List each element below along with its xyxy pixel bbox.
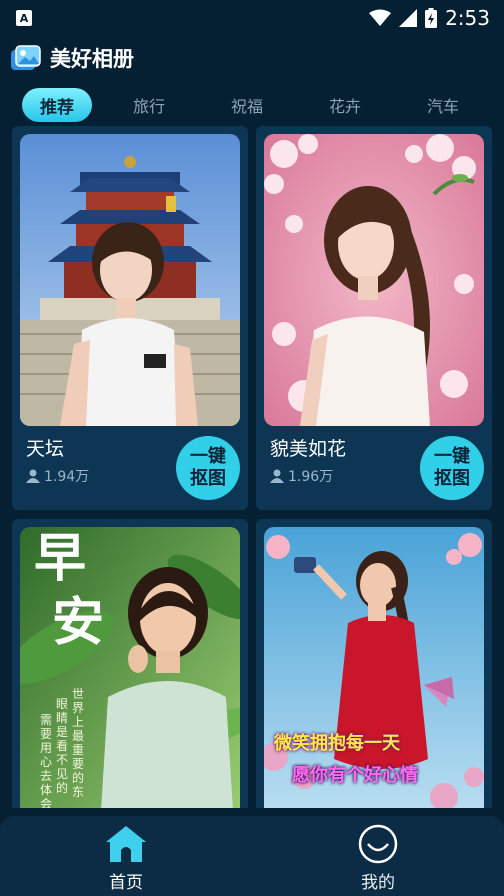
poem-column-left: 需要用心去体会 [40,713,53,808]
one-click-cutout-button[interactable]: 一键 抠图 [420,436,484,500]
app-bar: 美好相册 [0,36,504,80]
app-logo-icon [11,45,41,70]
home-icon [106,826,146,862]
template-photo-temple[interactable] [20,134,240,426]
template-grid: 天坛 1.94万 一键 抠图 貌美如花 1.96万 一键 抠图 早 安 世界上最… [12,126,492,808]
tab-blessing[interactable]: 祝福 [198,88,296,122]
view-count-value: 1.94万 [44,469,90,485]
template-photo-good-morning[interactable]: 早 安 世界上最重要的东 眼睛是看不见的 需要用心去体会 [20,527,240,808]
nav-home[interactable]: 首页 [0,816,252,896]
notification-app-icon: A [16,10,32,26]
poem-column-middle: 眼睛是看不见的 [56,697,69,795]
tab-cars[interactable]: 汽车 [394,88,492,122]
battery-charging-icon [425,8,438,28]
tab-flowers[interactable]: 花卉 [296,88,394,122]
status-bar: A 2:53 [0,0,504,36]
category-tabs: 推荐 旅行 祝福 花卉 汽车 [0,84,504,126]
nav-profile-label: 我的 [361,873,395,893]
nav-profile[interactable]: 我的 [252,816,504,896]
smiley-profile-icon [358,824,398,864]
view-count: 1.94万 [26,466,89,486]
cutout-button-line1: 一键 [434,446,470,467]
view-count-value: 1.96万 [288,469,334,485]
poem-column-right: 世界上最重要的东 [72,687,85,799]
tab-travel[interactable]: 旅行 [100,88,198,122]
cellular-signal-icon [399,9,418,27]
calligraphy-char-1: 早 [34,528,87,589]
template-title: 天坛 [26,438,65,460]
nav-home-label: 首页 [109,873,143,893]
good-morning-calligraphy: 早 安 [34,527,104,655]
wifi-icon [369,9,392,26]
blessing-line-1: 微笑拥抱每一天 [274,733,400,754]
cutout-button-line1: 一键 [190,446,226,467]
tab-recommend[interactable]: 推荐 [22,88,92,122]
one-click-cutout-button[interactable]: 一键 抠图 [176,436,240,500]
template-title: 貌美如花 [270,438,347,460]
cutout-button-line2: 抠图 [434,468,470,489]
user-icon [270,469,284,483]
clock: 2:53 [445,6,490,30]
blessing-line-2: 愿你有个好心情 [292,765,418,786]
view-count: 1.96万 [270,466,333,486]
bottom-navigation: 首页 我的 [0,816,504,896]
template-photo-flowers[interactable] [264,134,484,426]
template-card[interactable]: 微笑拥抱每一天 愿你有个好心情 [256,519,492,808]
user-icon [26,469,40,483]
cutout-button-line2: 抠图 [190,468,226,489]
template-card[interactable]: 貌美如花 1.96万 一键 抠图 [256,126,492,510]
template-photo-smile[interactable]: 微笑拥抱每一天 愿你有个好心情 [264,527,484,808]
status-icons: 2:53 [369,6,490,30]
calligraphy-char-2: 安 [52,592,105,653]
app-title: 美好相册 [50,47,134,71]
template-card[interactable]: 天坛 1.94万 一键 抠图 [12,126,248,510]
template-card[interactable]: 早 安 世界上最重要的东 眼睛是看不见的 需要用心去体会 [12,519,248,808]
